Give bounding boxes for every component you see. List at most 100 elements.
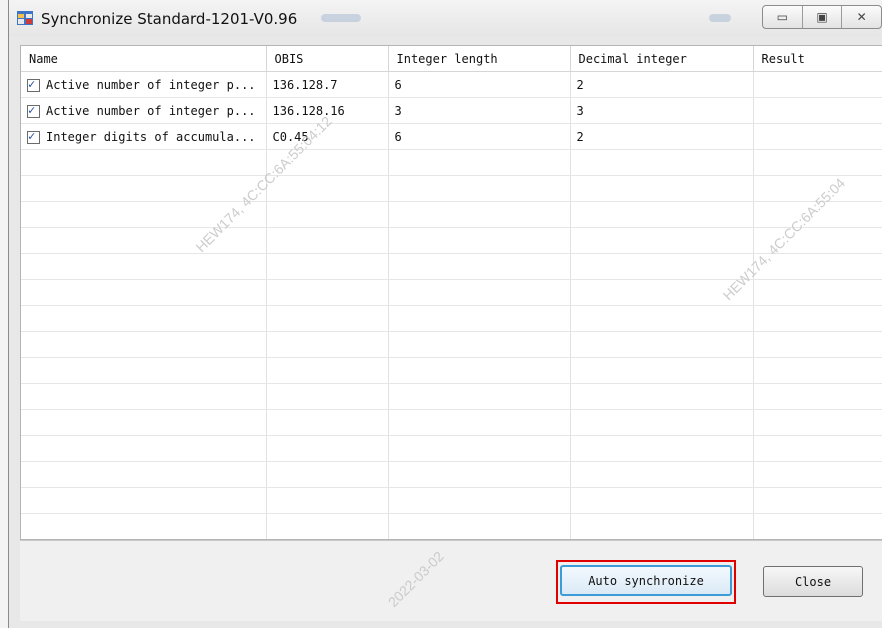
empty-cell bbox=[570, 305, 754, 332]
empty-cell bbox=[388, 201, 571, 228]
col-header-integer-length[interactable]: Integer length bbox=[388, 46, 571, 72]
empty-cell bbox=[21, 279, 267, 306]
empty-cell bbox=[266, 279, 389, 306]
empty-cell bbox=[266, 435, 389, 462]
empty-cell bbox=[570, 357, 754, 384]
row-checkbox[interactable] bbox=[27, 103, 40, 118]
empty-cell bbox=[570, 383, 754, 410]
empty-table-row bbox=[21, 409, 882, 436]
table-row[interactable]: Integer digits of accumula... C0.45 6 2 bbox=[21, 123, 882, 150]
row-checkbox[interactable] bbox=[27, 77, 40, 92]
empty-table-row bbox=[21, 227, 882, 254]
cell-name: Active number of integer p... bbox=[21, 71, 267, 98]
empty-cell bbox=[388, 331, 571, 358]
empty-cell bbox=[570, 149, 754, 176]
cell-integer-length: 3 bbox=[388, 97, 571, 124]
window-controls: ▭ ▣ ✕ bbox=[762, 5, 882, 29]
empty-cell bbox=[570, 409, 754, 436]
empty-cell bbox=[21, 149, 267, 176]
empty-cell bbox=[21, 253, 267, 280]
redacted-text bbox=[709, 14, 731, 22]
empty-cell bbox=[266, 461, 389, 488]
col-header-decimal-integer[interactable]: Decimal integer bbox=[570, 46, 754, 72]
col-header-obis[interactable]: OBIS bbox=[266, 46, 389, 72]
empty-cell bbox=[388, 383, 571, 410]
empty-cell bbox=[388, 487, 571, 514]
data-grid[interactable]: Name OBIS Integer length Decimal integer… bbox=[20, 45, 882, 540]
empty-cell bbox=[753, 357, 882, 384]
empty-cell bbox=[570, 253, 754, 280]
empty-table-row bbox=[21, 305, 882, 332]
empty-cell bbox=[266, 201, 389, 228]
empty-cell bbox=[266, 383, 389, 410]
watermark-text: 2022-03-02 bbox=[384, 548, 447, 610]
auto-synchronize-button[interactable]: Auto synchronize bbox=[560, 565, 732, 596]
minimize-button[interactable]: ▭ bbox=[763, 6, 803, 28]
maximize-icon: ▣ bbox=[816, 10, 828, 24]
empty-table-row bbox=[21, 331, 882, 358]
empty-cell bbox=[753, 409, 882, 436]
window-title: Synchronize Standard-1201-V0.96 bbox=[41, 10, 298, 28]
footer-panel: 2022-03-02 Auto synchronize Close bbox=[20, 540, 882, 621]
row-checkbox[interactable] bbox=[27, 129, 40, 144]
empty-cell bbox=[21, 461, 267, 488]
col-header-name[interactable]: Name bbox=[21, 46, 267, 72]
empty-cell bbox=[570, 487, 754, 514]
cell-result bbox=[753, 123, 882, 150]
empty-cell bbox=[266, 305, 389, 332]
empty-cell bbox=[753, 513, 882, 539]
cell-result bbox=[753, 71, 882, 98]
close-button[interactable]: Close bbox=[763, 566, 863, 597]
empty-cell bbox=[753, 435, 882, 462]
empty-cell bbox=[21, 227, 267, 254]
close-window-button[interactable]: ✕ bbox=[842, 6, 881, 28]
cell-decimal-integer: 2 bbox=[570, 71, 754, 98]
empty-cell bbox=[266, 175, 389, 202]
empty-table-row bbox=[21, 175, 882, 202]
cell-name: Integer digits of accumula... bbox=[21, 123, 267, 150]
row-name: Active number of integer p... bbox=[46, 77, 256, 92]
empty-cell bbox=[388, 461, 571, 488]
empty-cell bbox=[21, 383, 267, 410]
empty-rows bbox=[21, 149, 882, 539]
empty-table-row bbox=[21, 357, 882, 384]
empty-cell bbox=[388, 253, 571, 280]
sync-table: Name OBIS Integer length Decimal integer… bbox=[21, 46, 882, 539]
empty-cell bbox=[21, 487, 267, 514]
synchronize-window: Synchronize Standard-1201-V0.96 ▭ ▣ ✕ Na… bbox=[8, 0, 882, 628]
empty-cell bbox=[266, 409, 389, 436]
empty-cell bbox=[570, 175, 754, 202]
empty-cell bbox=[388, 227, 571, 254]
empty-table-row bbox=[21, 383, 882, 410]
empty-table-row bbox=[21, 435, 882, 462]
cell-decimal-integer: 2 bbox=[570, 123, 754, 150]
empty-cell bbox=[388, 409, 571, 436]
redacted-text bbox=[321, 14, 361, 22]
cell-name: Active number of integer p... bbox=[21, 97, 267, 124]
empty-cell bbox=[388, 149, 571, 176]
empty-table-row bbox=[21, 487, 882, 514]
empty-cell bbox=[570, 201, 754, 228]
empty-cell bbox=[388, 175, 571, 202]
empty-cell bbox=[21, 435, 267, 462]
empty-cell bbox=[388, 435, 571, 462]
cell-decimal-integer: 3 bbox=[570, 97, 754, 124]
empty-cell bbox=[570, 435, 754, 462]
close-icon: ✕ bbox=[856, 10, 867, 24]
empty-cell bbox=[21, 305, 267, 332]
empty-cell bbox=[21, 357, 267, 384]
empty-cell bbox=[21, 513, 267, 539]
table-row[interactable]: Active number of integer p... 136.128.16… bbox=[21, 97, 882, 124]
empty-table-row bbox=[21, 513, 882, 539]
empty-cell bbox=[570, 513, 754, 539]
empty-cell bbox=[753, 383, 882, 410]
cell-result bbox=[753, 97, 882, 124]
col-header-result[interactable]: Result bbox=[753, 46, 882, 72]
empty-cell bbox=[388, 513, 571, 539]
table-row[interactable]: Active number of integer p... 136.128.7 … bbox=[21, 71, 882, 98]
empty-cell bbox=[570, 331, 754, 358]
maximize-button[interactable]: ▣ bbox=[803, 6, 843, 28]
empty-cell bbox=[753, 305, 882, 332]
row-name: Active number of integer p... bbox=[46, 103, 256, 118]
empty-cell bbox=[753, 149, 882, 176]
